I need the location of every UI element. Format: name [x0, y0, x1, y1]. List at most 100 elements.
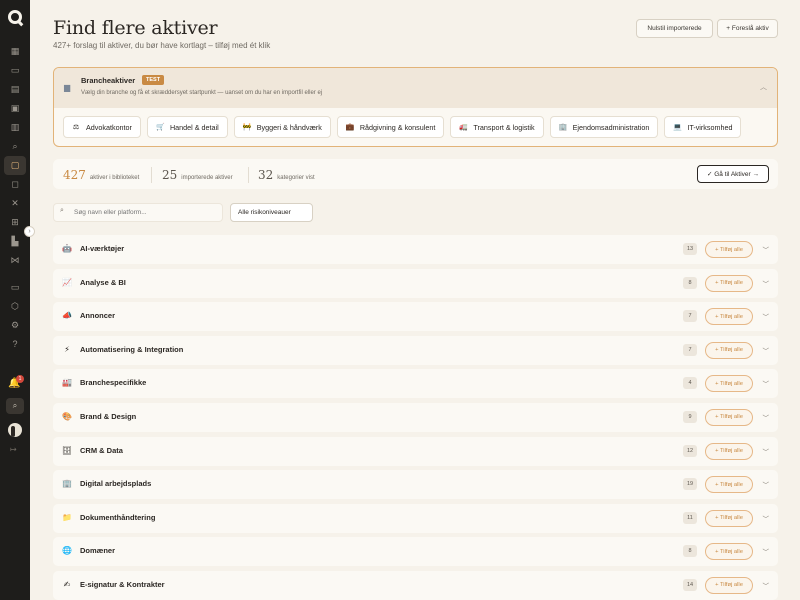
divider — [248, 167, 249, 183]
chevron-down-icon[interactable]: ﹀ — [763, 244, 770, 254]
book-icon[interactable]: ▢ — [4, 156, 26, 175]
divider — [151, 167, 152, 183]
branche-chip[interactable]: 🏢 Ejendomsadministration — [549, 116, 659, 138]
chip-label: Byggeri & håndværk — [256, 122, 322, 132]
chevron-down-icon[interactable]: ﹀ — [763, 345, 770, 355]
category-name: Analyse & BI — [80, 277, 126, 287]
branche-chip[interactable]: 💼 Rådgivning & konsulent — [336, 116, 445, 138]
share-icon[interactable]: ⋈ — [4, 251, 26, 270]
page-title: Find flere aktiver — [53, 17, 218, 39]
sidebar-collapse-button[interactable]: › — [24, 226, 35, 237]
lightning-icon: ⚡ — [64, 344, 70, 354]
add-all-button[interactable]: + Tilføj alle — [705, 543, 753, 561]
add-all-button[interactable]: + Tilføj alle — [705, 408, 753, 426]
category-count: 8 — [683, 276, 697, 289]
category-row[interactable]: ⚡ Automatisering & Integration 7 + Tilfø… — [53, 335, 778, 365]
chip-label: Advokatkontor — [86, 122, 132, 132]
help-icon[interactable]: ? — [4, 335, 26, 354]
branche-chip[interactable]: ⚖ Advokatkontor — [63, 116, 141, 138]
add-all-button[interactable]: + Tilføj alle — [705, 274, 753, 292]
search-input[interactable] — [53, 203, 223, 222]
add-all-button[interactable]: + Tilføj alle — [705, 476, 753, 494]
chevron-down-icon[interactable]: ﹀ — [763, 446, 770, 456]
app-logo[interactable] — [0, 0, 30, 34]
avatar[interactable] — [8, 423, 22, 437]
category-name: Branchespecifikke — [80, 378, 147, 388]
branche-header[interactable]: ▆ Brancheaktiver TEST Vælg din branche o… — [54, 68, 777, 108]
add-all-button[interactable]: + Tilføj alle — [705, 308, 753, 326]
grid-icon[interactable]: ⊞ — [4, 213, 26, 232]
settings-icon[interactable]: ⚙ — [4, 316, 26, 335]
chevron-down-icon[interactable]: ﹀ — [763, 378, 770, 388]
chevron-down-icon[interactable]: ﹀ — [763, 546, 770, 556]
building-icon[interactable]: ▙ — [4, 232, 26, 251]
dashboard-icon[interactable]: ▦ — [4, 42, 26, 61]
laptop-icon: 💻 — [673, 124, 683, 131]
clipboard-icon[interactable]: ▣ — [4, 99, 26, 118]
chevron-down-icon[interactable]: ﹀ — [763, 479, 770, 489]
cart-icon: 🛒 — [155, 124, 165, 131]
category-count: 4 — [683, 377, 697, 390]
notification-bell-icon[interactable]: 🔔 1 — [8, 375, 24, 392]
add-all-button[interactable]: + Tilføj alle — [705, 442, 753, 460]
search-icon: ⌕ — [60, 207, 64, 214]
category-row[interactable]: 🎨 Brand & Design 9 + Tilføj alle ﹀ — [53, 402, 778, 432]
category-count: 12 — [683, 444, 697, 457]
category-row[interactable]: 🗄 CRM & Data 12 + Tilføj alle ﹀ — [53, 436, 778, 466]
chip-label: IT-virksomhed — [687, 122, 733, 132]
chip-label: Transport & logistik — [473, 122, 535, 132]
category-row[interactable]: 📈 Analyse & BI 8 + Tilføj alle ﹀ — [53, 268, 778, 298]
branche-chip[interactable]: 🚧 Byggeri & håndværk — [233, 116, 331, 138]
category-count: 14 — [683, 578, 697, 591]
chevron-down-icon[interactable]: ﹀ — [763, 412, 770, 422]
branche-panel: ▆ Brancheaktiver TEST Vælg din branche o… — [53, 67, 778, 147]
stats-bar: 427 aktiver i biblioteket 25 importerede… — [53, 159, 778, 189]
category-row[interactable]: 📣 Annoncer 7 + Tilføj alle ﹀ — [53, 302, 778, 332]
category-name: Dokumenthåndtering — [80, 512, 156, 522]
chip-label: Handel & detail — [169, 122, 219, 132]
chevron-down-icon[interactable]: ﹀ — [763, 513, 770, 523]
category-count: 8 — [683, 545, 697, 558]
factory-icon: 🏭 — [62, 378, 72, 388]
message-icon[interactable]: ▭ — [4, 278, 26, 297]
risk-level-select[interactable]: Alle risikoniveauer — [230, 203, 313, 222]
category-row[interactable]: 🏭 Branchespecifikke 4 + Tilføj alle ﹀ — [53, 369, 778, 399]
sidebar-search-icon[interactable]: ⌕ — [6, 398, 24, 414]
add-all-button[interactable]: + Tilføj alle — [705, 341, 753, 359]
category-name: Annoncer — [80, 311, 116, 321]
building-icon: ▆ — [64, 83, 71, 92]
network-icon[interactable]: ✕ — [4, 194, 26, 213]
category-row[interactable]: ✍ E-signatur & Kontrakter 14 + Tilføj al… — [53, 570, 778, 600]
branche-chip[interactable]: 🛒 Handel & detail — [146, 116, 228, 138]
category-row[interactable]: 🤖 AI-værktøjer 13 + Tilføj alle ﹀ — [53, 235, 778, 264]
suggest-asset-button[interactable]: + Foreslå aktiv — [717, 19, 778, 38]
logout-icon[interactable]: ↦ — [10, 445, 17, 454]
shield-icon[interactable]: ◻ — [4, 175, 26, 194]
add-all-button[interactable]: + Tilføj alle — [705, 375, 753, 393]
chart-icon[interactable]: ▥ — [4, 118, 26, 137]
database-icon: 🗄 — [61, 445, 73, 455]
reset-imported-button[interactable]: Nulstil importerede — [636, 19, 713, 38]
chevron-down-icon[interactable]: ﹀ — [763, 311, 770, 321]
calendar-icon[interactable]: ▤ — [4, 80, 26, 99]
branche-chip[interactable]: 💻 IT-virksomhed — [664, 116, 742, 138]
chevron-up-icon[interactable]: ︿ — [760, 82, 767, 92]
library-count: 427 — [63, 168, 86, 182]
add-all-button[interactable]: + Tilføj alle — [705, 576, 753, 594]
add-all-button[interactable]: + Tilføj alle — [705, 509, 753, 527]
folder-icon[interactable]: ▭ — [4, 61, 26, 80]
chevron-down-icon[interactable]: ﹀ — [763, 278, 770, 288]
goto-assets-button[interactable]: ✓ Gå til Aktiver → — [697, 165, 769, 183]
search-nav-icon[interactable]: ⌕ — [4, 137, 26, 156]
branche-chip[interactable]: 🚛 Transport & logistik — [450, 116, 544, 138]
add-all-button[interactable]: + Tilføj alle — [705, 241, 753, 258]
category-name: Digital arbejdsplads — [80, 479, 152, 489]
category-row[interactable]: 🏢 Digital arbejdsplads 19 + Tilføj alle … — [53, 470, 778, 500]
category-row[interactable]: 📁 Dokumenthåndtering 11 + Tilføj alle ﹀ — [53, 503, 778, 533]
folder-icon: 📁 — [62, 512, 72, 522]
puzzle-icon[interactable]: ⬡ — [4, 297, 26, 316]
chevron-down-icon[interactable]: ﹀ — [763, 580, 770, 590]
category-row[interactable]: 🌐 Domæner 8 + Tilføj alle ﹀ — [53, 537, 778, 567]
briefcase-icon: 💼 — [345, 124, 355, 131]
scale-icon: ⚖ — [72, 124, 80, 131]
